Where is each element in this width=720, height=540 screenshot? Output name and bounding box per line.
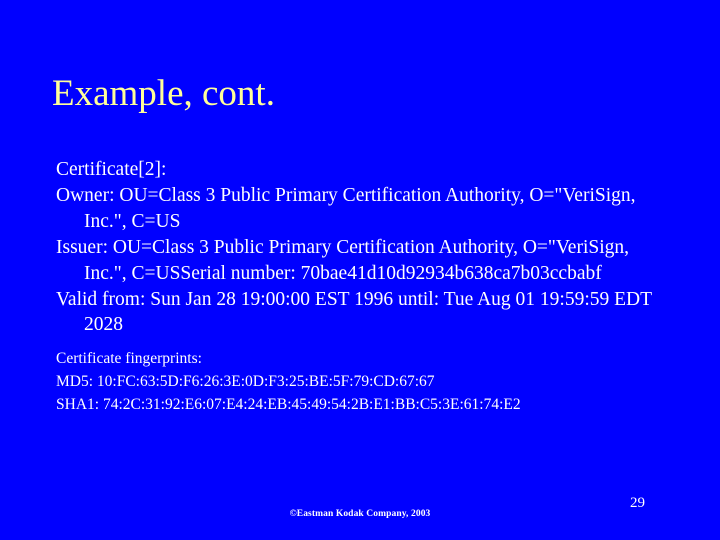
- page-title: Example, cont.: [52, 73, 275, 114]
- slide-canvas: Example, cont. Certificate[2]: Owner: OU…: [0, 0, 720, 540]
- slide-page-number: 29: [630, 495, 645, 511]
- fingerprints-heading: Certificate fingerprints:: [56, 350, 202, 367]
- certificate-fingerprints-block: Certificate fingerprints: MD5: 10:FC:63:…: [56, 348, 672, 417]
- certificate-issuer-line: Issuer: OU=Class 3 Public Primary Certif…: [56, 237, 630, 284]
- certificate-index-line: Certificate[2]:: [56, 159, 167, 180]
- certificate-details-block: Certificate[2]: Owner: OU=Class 3 Public…: [56, 157, 672, 339]
- fingerprint-md5: MD5: 10:FC:63:5D:F6:26:3E:0D:F3:25:BE:5F…: [56, 373, 435, 390]
- fingerprint-sha1: SHA1: 74:2C:31:92:E6:07:E4:24:EB:45:49:5…: [56, 396, 521, 413]
- certificate-owner-line: Owner: OU=Class 3 Public Primary Certifi…: [56, 185, 636, 232]
- certificate-validity-line: Valid from: Sun Jan 28 19:00:00 EST 1996…: [56, 289, 652, 336]
- copyright-footer: ©Eastman Kodak Company, 2003: [289, 509, 431, 519]
